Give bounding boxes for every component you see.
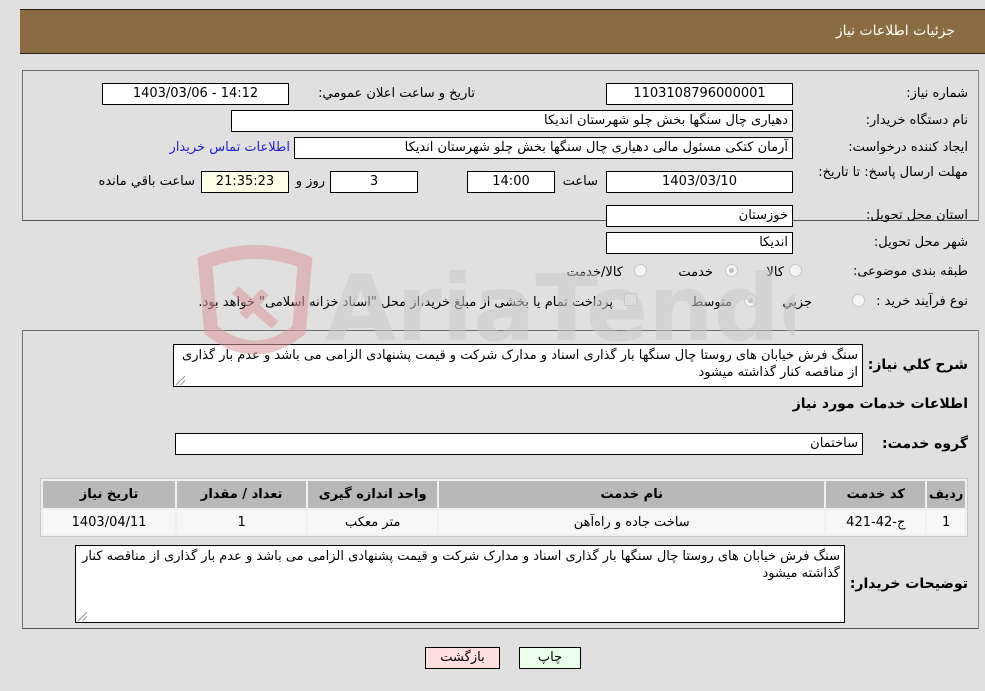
col-header-row-number: رديف xyxy=(927,481,965,508)
process-option-medium: متوسط xyxy=(691,295,732,310)
buyer-contact-link[interactable]: اطلاعات تماس خريدار xyxy=(170,140,290,155)
col-header-quantity: تعداد / مقدار xyxy=(177,481,307,508)
time-remaining-field: 21:35:23 xyxy=(201,171,289,193)
province-label: استان محل تحویل: xyxy=(866,208,968,223)
treasury-note: پرداخت تمام یا بخشی از مبلغ خرید،از محل … xyxy=(198,295,613,310)
buyer-org-field[interactable]: دهیاری چال سنگها بخش چلو شهرستان اندیکا xyxy=(231,110,793,132)
table-header-row: رديف کد خدمت نام خدمت واحد اندازه گيری ت… xyxy=(43,481,965,508)
category-option-goods-service: کالا/خدمت xyxy=(566,265,623,280)
back-button[interactable]: بازگشت xyxy=(425,647,500,669)
category-option-goods: کالا xyxy=(766,265,784,280)
deadline-time-field[interactable]: 14:00 xyxy=(467,171,555,193)
resize-grip-icon[interactable] xyxy=(78,612,87,621)
city-label: شهر محل تحویل: xyxy=(873,235,968,250)
service-group-field[interactable]: ساختمان xyxy=(175,433,863,455)
services-table: رديف کد خدمت نام خدمت واحد اندازه گيری ت… xyxy=(40,478,968,537)
service-group-label: گروه خدمت: xyxy=(882,436,968,452)
col-header-need-date: تاريخ نياز xyxy=(43,481,176,508)
creator-label: ایجاد کننده درخواست: xyxy=(848,140,968,155)
category-radio-goods[interactable] xyxy=(789,264,802,277)
process-radio-minor[interactable] xyxy=(852,294,865,307)
announce-label: تاريخ و ساعت اعلان عمومي: xyxy=(318,86,475,101)
col-header-service-code: کد خدمت xyxy=(826,481,926,508)
need-number-field[interactable]: 1103108796000001 xyxy=(606,83,793,105)
announce-datetime-field[interactable]: 1403/03/06 - 14:12 xyxy=(102,83,289,105)
category-label: طبقه بندی موضوعی: xyxy=(852,264,968,279)
buyer-notes-textarea[interactable]: سنگ فرش خیابان های روستا چال سنگها بار گ… xyxy=(75,545,845,623)
resize-grip-icon[interactable] xyxy=(176,376,185,385)
city-field[interactable]: اندیکا xyxy=(606,232,793,254)
table-row: 1 ج-42-421 ساخت جاده و راه‌آهن متر معکب … xyxy=(43,510,965,534)
deadline-label: مهلت ارسال پاسخ: تا تاریخ: xyxy=(818,165,968,180)
general-desc-textarea[interactable]: سنگ فرش خیابان های روستا چال سنگها بار گ… xyxy=(173,344,863,387)
cell-service-code: ج-42-421 xyxy=(826,510,926,534)
cell-service-name: ساخت جاده و راه‌آهن xyxy=(439,510,825,534)
deadline-date-field[interactable]: 1403/03/10 xyxy=(606,171,793,193)
days-label: روز و xyxy=(295,174,325,189)
process-option-minor: جزيي xyxy=(782,295,812,310)
treasury-checkbox[interactable] xyxy=(624,293,637,306)
buyer-org-label: نام دستگاه خريدار: xyxy=(865,113,968,128)
cell-need-date: 1403/04/11 xyxy=(43,510,176,534)
col-header-service-name: نام خدمت xyxy=(439,481,825,508)
creator-field[interactable]: آرمان کتکی مسئول مالی دهیاری چال سنگها ب… xyxy=(294,137,793,159)
process-radio-medium[interactable] xyxy=(744,294,757,307)
cell-unit: متر معکب xyxy=(308,510,438,534)
print-button[interactable]: چاپ xyxy=(519,647,581,669)
process-type-label: نوع فرآیند خرید : xyxy=(876,294,968,309)
deadline-time-label: ساعت xyxy=(562,174,598,189)
province-field[interactable]: خوزستان xyxy=(606,205,793,227)
col-header-unit: واحد اندازه گيری xyxy=(308,481,438,508)
category-radio-goods-service[interactable] xyxy=(634,264,647,277)
buyer-notes-label: توضيحات خريدار: xyxy=(849,576,968,592)
category-radio-service[interactable] xyxy=(725,264,738,277)
time-remaining-label: ساعت باقي مانده xyxy=(98,174,195,189)
page-title: جزئیات اطلاعات نیاز xyxy=(835,23,955,39)
general-desc-label: شرح کلي نياز: xyxy=(867,357,968,373)
cell-quantity: 1 xyxy=(177,510,307,534)
cell-row-number: 1 xyxy=(927,510,965,534)
page-header: جزئیات اطلاعات نیاز xyxy=(20,9,985,54)
days-remaining-field[interactable]: 3 xyxy=(330,171,418,193)
category-option-service: خدمت xyxy=(678,265,713,280)
need-number-label: شماره نیاز: xyxy=(906,86,968,101)
services-heading: اطلاعات خدمات مورد نياز xyxy=(792,396,968,412)
